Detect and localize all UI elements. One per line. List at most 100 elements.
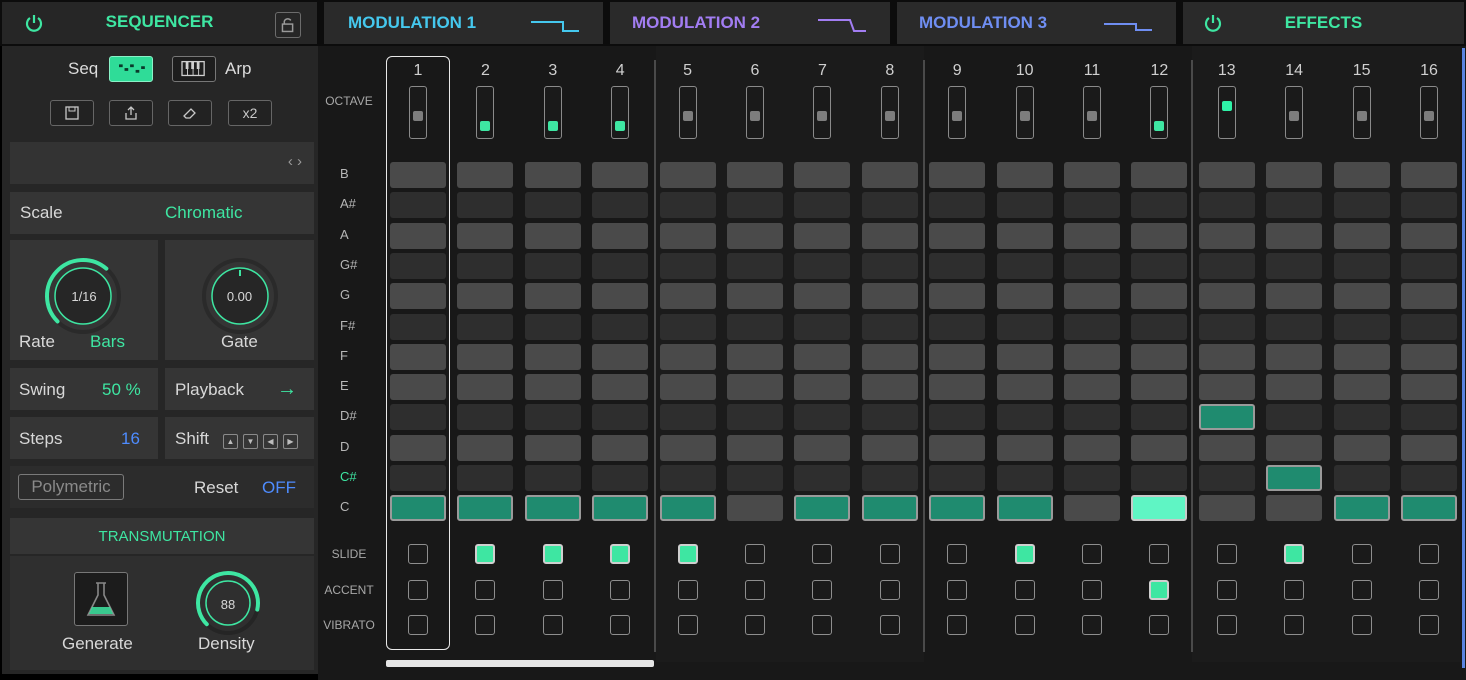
shift-up-icon[interactable]: ▲ bbox=[223, 434, 238, 449]
note-pad[interactable] bbox=[659, 343, 716, 370]
note-pad[interactable] bbox=[524, 404, 581, 431]
note-pad[interactable] bbox=[1266, 404, 1323, 431]
note-pad[interactable] bbox=[861, 465, 918, 491]
note-pad[interactable] bbox=[996, 495, 1053, 522]
note-pad[interactable] bbox=[1131, 404, 1188, 431]
vibrato-checkbox[interactable] bbox=[677, 615, 698, 635]
slide-checkbox[interactable] bbox=[745, 544, 765, 564]
tab-sequencer[interactable]: SEQUENCER bbox=[2, 2, 317, 44]
note-pad[interactable] bbox=[1198, 465, 1255, 491]
note-pad[interactable] bbox=[929, 343, 986, 370]
note-pad[interactable] bbox=[727, 495, 783, 522]
note-pad[interactable] bbox=[524, 222, 581, 249]
note-pad[interactable] bbox=[1198, 374, 1255, 401]
octave-slider-handle[interactable] bbox=[750, 111, 760, 121]
playback-row[interactable]: Playback → bbox=[165, 368, 314, 410]
note-pad[interactable] bbox=[1401, 465, 1457, 491]
note-pad[interactable] bbox=[524, 252, 581, 279]
note-pad[interactable] bbox=[524, 192, 581, 219]
octave-slider[interactable] bbox=[1015, 86, 1034, 139]
note-pad[interactable] bbox=[659, 465, 716, 491]
note-pad[interactable] bbox=[1266, 465, 1323, 491]
note-pad[interactable] bbox=[1064, 495, 1120, 522]
note-pad[interactable] bbox=[1333, 343, 1390, 370]
note-pad[interactable] bbox=[1131, 222, 1188, 249]
note-pad[interactable] bbox=[1131, 343, 1188, 370]
note-pad[interactable] bbox=[1131, 162, 1188, 188]
vibrato-checkbox[interactable] bbox=[610, 615, 631, 635]
octave-slider-handle[interactable] bbox=[817, 111, 828, 121]
note-pad[interactable] bbox=[1198, 252, 1255, 279]
octave-slider-handle[interactable] bbox=[1424, 111, 1434, 121]
note-pad[interactable] bbox=[727, 374, 783, 401]
note-pad[interactable] bbox=[1131, 434, 1188, 461]
note-pad[interactable] bbox=[1401, 222, 1457, 249]
octave-slider[interactable] bbox=[409, 86, 427, 139]
octave-slider-handle[interactable] bbox=[1154, 121, 1165, 131]
note-pad[interactable] bbox=[1333, 283, 1390, 310]
note-pad[interactable] bbox=[929, 252, 986, 279]
vibrato-checkbox[interactable] bbox=[1082, 615, 1102, 635]
note-pad[interactable] bbox=[592, 434, 649, 461]
preset-selector[interactable]: ‹ › bbox=[10, 142, 314, 184]
note-pad[interactable] bbox=[929, 495, 986, 522]
note-pad[interactable] bbox=[1064, 343, 1120, 370]
octave-slider[interactable] bbox=[948, 86, 967, 139]
note-pad[interactable] bbox=[1131, 192, 1188, 219]
note-pad[interactable] bbox=[1064, 252, 1120, 279]
note-pad[interactable] bbox=[794, 495, 851, 522]
note-pad[interactable] bbox=[457, 374, 514, 401]
note-pad[interactable] bbox=[1266, 313, 1323, 340]
note-pad[interactable] bbox=[1266, 162, 1323, 188]
note-pad[interactable] bbox=[390, 465, 446, 491]
note-pad[interactable] bbox=[929, 465, 986, 491]
accent-checkbox[interactable] bbox=[1216, 580, 1237, 600]
note-pad[interactable] bbox=[390, 192, 446, 219]
note-pad[interactable] bbox=[996, 313, 1053, 340]
accent-checkbox[interactable] bbox=[745, 580, 765, 600]
vertical-scrollbar[interactable] bbox=[1462, 48, 1465, 668]
vibrato-checkbox[interactable] bbox=[812, 615, 833, 635]
note-pad[interactable] bbox=[1198, 192, 1255, 219]
scale-row[interactable]: Scale Chromatic bbox=[10, 192, 314, 234]
note-pad[interactable] bbox=[1131, 465, 1188, 491]
vibrato-checkbox[interactable] bbox=[1014, 615, 1035, 635]
note-pad[interactable] bbox=[996, 374, 1053, 401]
note-pad[interactable] bbox=[1266, 434, 1323, 461]
tab-modulation-3[interactable]: MODULATION 3 bbox=[897, 2, 1176, 44]
save-button[interactable] bbox=[50, 100, 94, 126]
note-pad[interactable] bbox=[524, 283, 581, 310]
vibrato-checkbox[interactable] bbox=[542, 615, 563, 635]
octave-slider-handle[interactable] bbox=[480, 121, 491, 131]
slide-checkbox[interactable] bbox=[1216, 544, 1237, 564]
note-pad[interactable] bbox=[1131, 495, 1188, 522]
note-pad[interactable] bbox=[457, 283, 514, 310]
vibrato-checkbox[interactable] bbox=[745, 615, 765, 635]
note-pad[interactable] bbox=[1333, 192, 1390, 219]
note-pad[interactable] bbox=[659, 374, 716, 401]
note-pad[interactable] bbox=[1064, 283, 1120, 310]
note-pad[interactable] bbox=[390, 313, 446, 340]
note-pad[interactable] bbox=[1401, 192, 1457, 219]
note-pad[interactable] bbox=[794, 283, 851, 310]
octave-slider-handle[interactable] bbox=[1087, 111, 1097, 121]
accent-checkbox[interactable] bbox=[879, 580, 900, 600]
note-pad[interactable] bbox=[727, 283, 783, 310]
octave-slider[interactable] bbox=[1285, 86, 1304, 139]
note-pad[interactable] bbox=[1401, 434, 1457, 461]
note-pad[interactable] bbox=[390, 374, 446, 401]
note-pad[interactable] bbox=[794, 222, 851, 249]
note-pad[interactable] bbox=[1198, 313, 1255, 340]
note-pad[interactable] bbox=[1333, 162, 1390, 188]
slide-checkbox[interactable] bbox=[812, 544, 833, 564]
note-pad[interactable] bbox=[1333, 222, 1390, 249]
note-pad[interactable] bbox=[794, 252, 851, 279]
note-pad[interactable] bbox=[861, 222, 918, 249]
note-pad[interactable] bbox=[659, 404, 716, 431]
note-pad[interactable] bbox=[1333, 404, 1390, 431]
note-pad[interactable] bbox=[861, 343, 918, 370]
note-pad[interactable] bbox=[659, 162, 716, 188]
note-pad[interactable] bbox=[1198, 283, 1255, 310]
vibrato-checkbox[interactable] bbox=[1351, 615, 1372, 635]
note-pad[interactable] bbox=[996, 252, 1053, 279]
